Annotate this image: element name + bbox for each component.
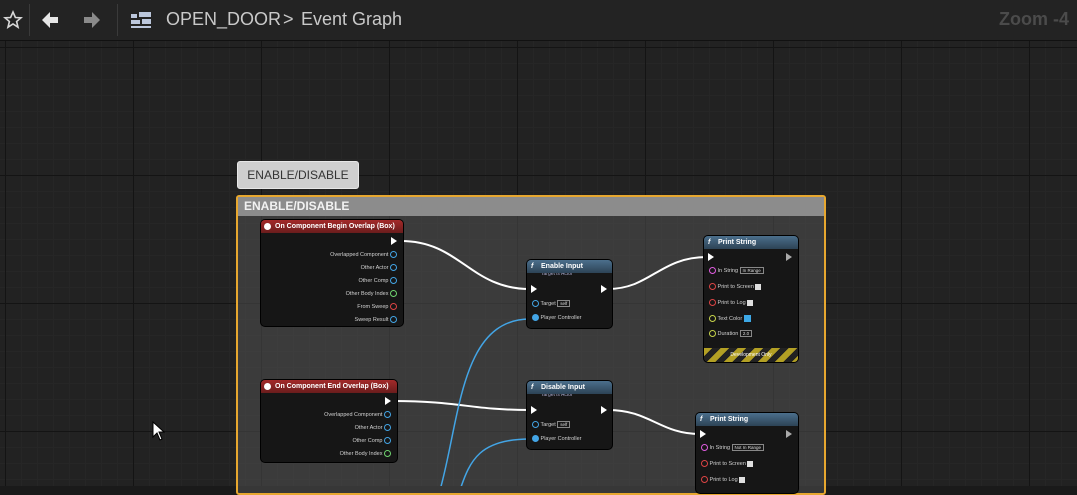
node-title: f Enable Input	[527, 260, 612, 273]
begin-overlap-event-node[interactable]: On Component Begin Overlap (Box) Overlap…	[261, 220, 403, 326]
end-overlap-event-node[interactable]: On Component End Overlap (Box) Overlappe…	[261, 380, 397, 462]
pin-text-color[interactable]: Text Color	[709, 315, 751, 322]
function-icon: f	[531, 384, 534, 391]
event-icon	[264, 383, 271, 390]
exec-out-pin[interactable]	[601, 406, 607, 414]
node-title-text: Print String	[718, 239, 757, 246]
color-swatch	[743, 315, 751, 322]
checkbox	[747, 299, 754, 306]
pin-target[interactable]: Target self	[532, 421, 571, 428]
node-title-text: Print String	[710, 416, 749, 423]
node-title: On Component Begin Overlap (Box)	[261, 220, 403, 233]
breadcrumb-current[interactable]: Event Graph	[301, 9, 402, 30]
exec-in-pin[interactable]	[531, 285, 537, 293]
node-title-text: Disable Input	[541, 384, 585, 391]
exec-in-pin[interactable]	[531, 406, 537, 414]
node-title-text: Enable Input	[541, 263, 583, 270]
node-title: f Disable Input	[527, 381, 612, 394]
node-title: f Print String	[704, 236, 798, 249]
arrow-right-icon[interactable]	[80, 6, 104, 34]
star-icon[interactable]	[2, 6, 24, 34]
breadcrumb-root[interactable]: OPEN_DOOR	[166, 9, 281, 30]
exec-out-pin[interactable]	[391, 237, 397, 245]
pin-other-actor[interactable]: Other Actor	[355, 424, 391, 431]
pin-sweep-result[interactable]: Sweep Result	[355, 316, 397, 323]
pin-other-actor[interactable]: Other Actor	[361, 264, 397, 271]
zoom-level: Zoom -4	[999, 9, 1069, 29]
pin-from-sweep[interactable]: From Sweep	[357, 303, 397, 310]
pin-overlapped-component[interactable]: Overlapped Component	[330, 251, 397, 258]
blueprint-grid-icon	[128, 6, 154, 34]
exec-out-pin[interactable]	[385, 397, 391, 405]
pin-overlapped-component[interactable]: Overlapped Component	[324, 411, 391, 418]
function-icon: f	[531, 263, 534, 270]
print-string-node-1[interactable]: f Print String In String In Range Print …	[704, 236, 798, 362]
node-title-text: On Component End Overlap (Box)	[275, 383, 389, 390]
pin-print-to-screen[interactable]: Print to Screen	[709, 283, 762, 290]
comment-bubble[interactable]: ENABLE/DISABLE	[237, 161, 359, 189]
pin-player-controller[interactable]: Player Controller	[532, 314, 582, 321]
pin-print-to-screen[interactable]: Print to Screen	[701, 460, 754, 467]
exec-out-pin[interactable]	[786, 253, 792, 261]
enable-input-node[interactable]: f Enable Input Target is Actor Target se…	[527, 260, 612, 328]
exec-out-pin[interactable]	[786, 430, 792, 438]
pin-other-body-index[interactable]: Other Body Index	[346, 290, 397, 297]
breadcrumb-separator: >	[283, 9, 294, 29]
pin-print-to-log[interactable]: Print to Log	[701, 476, 746, 483]
pin-in-string[interactable]: In String Not In Range	[701, 444, 765, 451]
node-title: f Print String	[696, 413, 798, 426]
development-only-bar: Development Only	[704, 348, 798, 362]
exec-in-pin[interactable]	[708, 253, 714, 261]
pin-target[interactable]: Target self	[532, 300, 571, 307]
pin-player-controller[interactable]: Player Controller	[532, 435, 582, 442]
node-title-text: On Component Begin Overlap (Box)	[275, 223, 395, 230]
node-title: On Component End Overlap (Box)	[261, 380, 397, 393]
print-string-node-2[interactable]: f Print String In String Not In Range Pr…	[696, 413, 798, 493]
toolbar-divider	[29, 4, 30, 36]
exec-in-pin[interactable]	[700, 430, 706, 438]
function-icon: f	[708, 239, 711, 246]
event-icon	[264, 223, 271, 230]
pin-print-to-log[interactable]: Print to Log	[709, 299, 754, 306]
exec-out-pin[interactable]	[601, 285, 607, 293]
pin-duration[interactable]: Duration 2.0	[709, 330, 753, 337]
checkbox	[755, 283, 762, 290]
function-icon: f	[700, 416, 703, 423]
comment-title: ENABLE/DISABLE	[238, 197, 824, 216]
pin-other-comp[interactable]: Other Comp	[359, 277, 397, 284]
pin-other-body-index[interactable]: Other Body Index	[340, 450, 391, 457]
toolbar-divider	[117, 4, 118, 36]
checkbox	[747, 460, 754, 467]
pin-other-comp[interactable]: Other Comp	[353, 437, 391, 444]
arrow-left-icon[interactable]	[38, 6, 62, 34]
toolbar: OPEN_DOOR > Event Graph Zoom -4	[0, 0, 1077, 41]
checkbox	[739, 476, 746, 483]
mouse-cursor-icon	[152, 421, 166, 441]
disable-input-node[interactable]: f Disable Input Target is Actor Target s…	[527, 381, 612, 449]
pin-in-string[interactable]: In String In Range	[709, 267, 764, 274]
